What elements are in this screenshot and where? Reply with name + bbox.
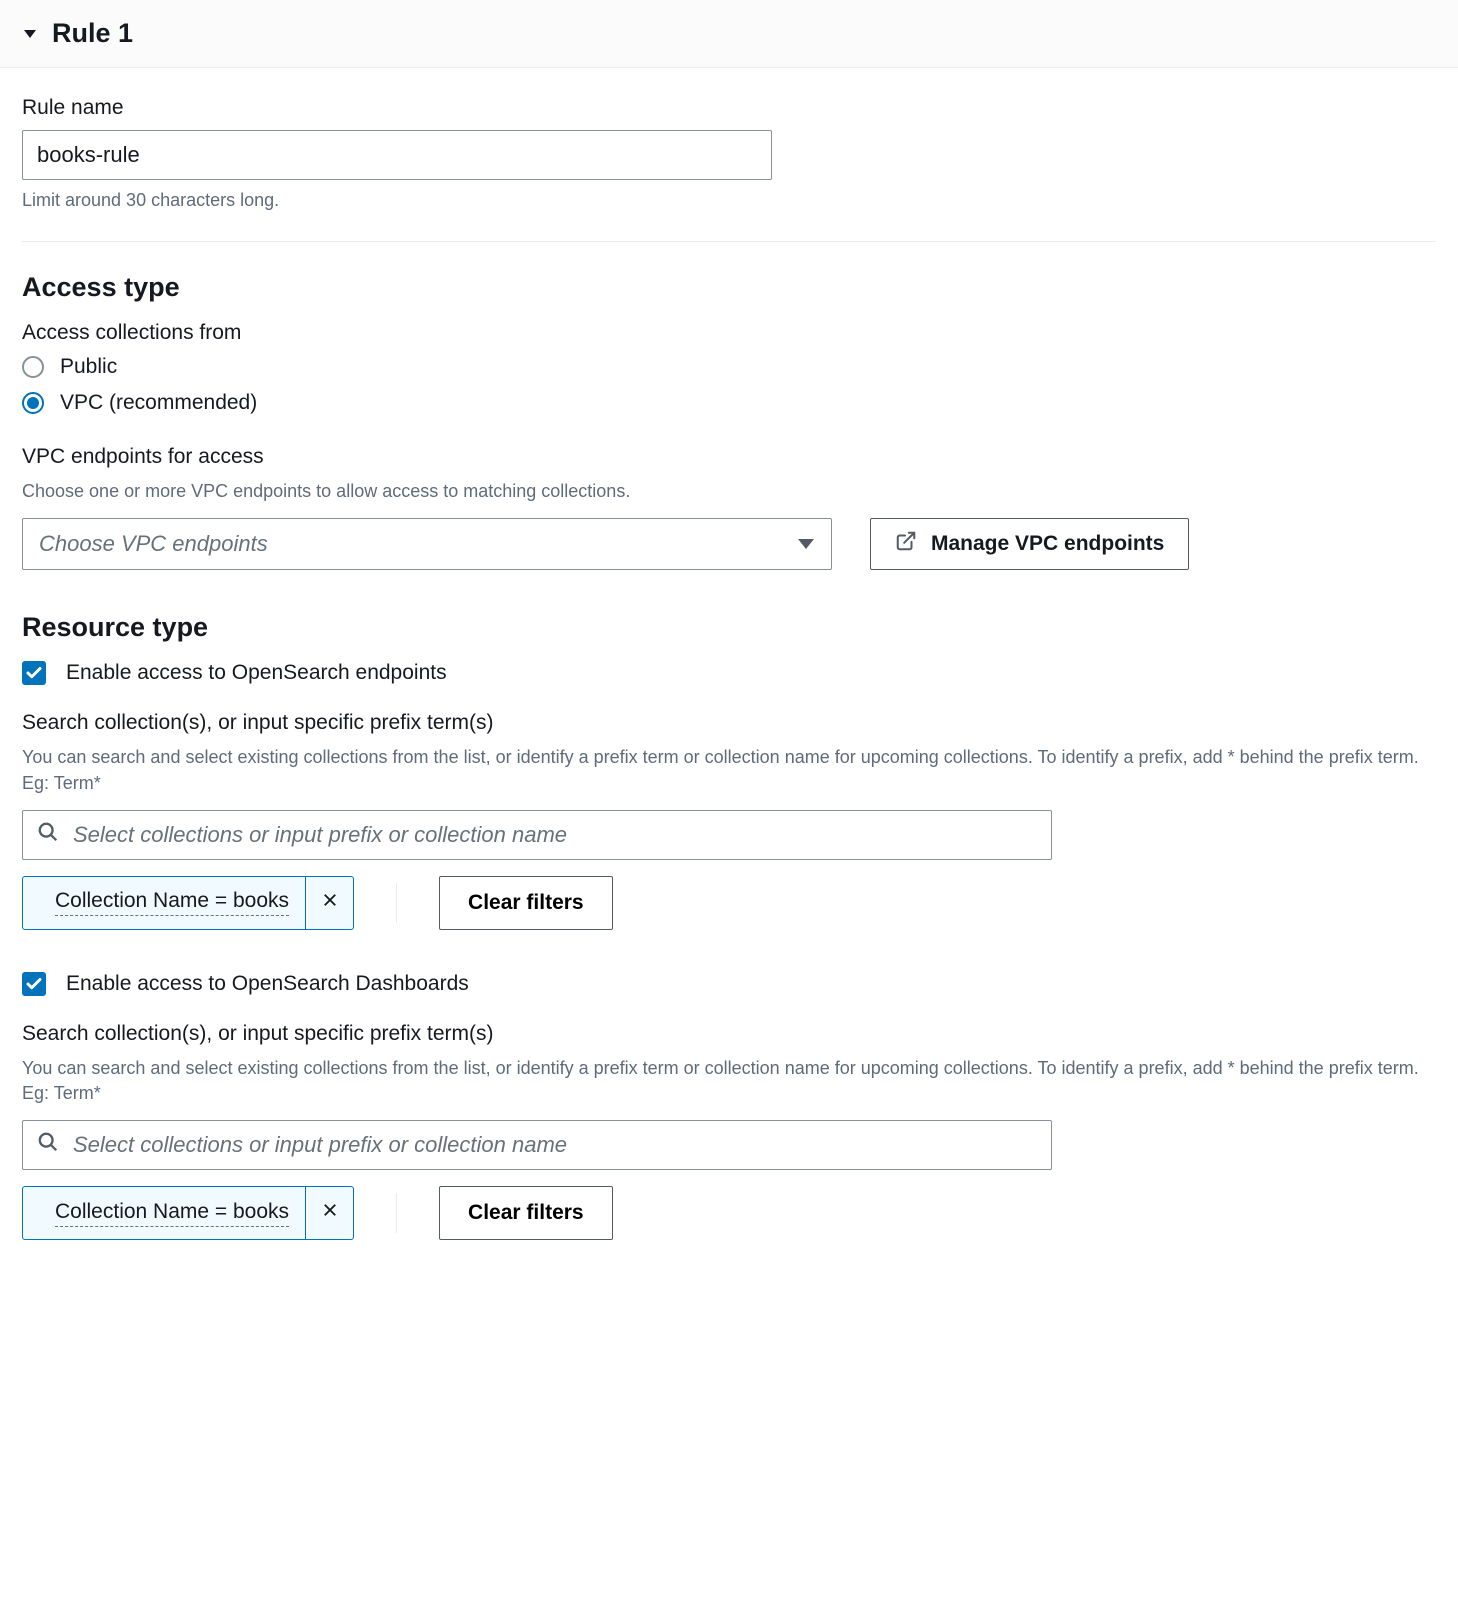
- filter-token-2: Collection Name = books: [22, 1186, 354, 1240]
- search-collections-input-2[interactable]: Select collections or input prefix or co…: [22, 1120, 1052, 1170]
- vpc-endpoints-description: Choose one or more VPC endpoints to allo…: [22, 479, 1436, 504]
- filter-token-dismiss-2[interactable]: [305, 1187, 353, 1239]
- manage-vpc-label: Manage VPC endpoints: [931, 532, 1164, 556]
- manage-vpc-endpoints-button[interactable]: Manage VPC endpoints: [870, 518, 1189, 570]
- search-placeholder-2: Select collections or input prefix or co…: [73, 1132, 567, 1158]
- external-link-icon: [895, 530, 917, 558]
- radio-vpc-label: VPC (recommended): [60, 391, 257, 415]
- close-icon: [321, 891, 339, 915]
- search-collections-label-1: Search collection(s), or input specific …: [22, 711, 1436, 735]
- filter-token-dismiss-1[interactable]: [305, 877, 353, 929]
- checkbox-checked-icon: [22, 661, 46, 685]
- close-icon: [321, 1201, 339, 1225]
- access-type-title: Access type: [22, 272, 1436, 303]
- chevron-down-icon: [797, 537, 815, 551]
- filter-token-text-2: Collection Name = books: [55, 1200, 289, 1227]
- enable-dashboards-label: Enable access to OpenSearch Dashboards: [66, 972, 469, 996]
- divider: [22, 241, 1436, 242]
- rule-title: Rule 1: [52, 18, 133, 49]
- vertical-divider: [396, 1193, 397, 1233]
- resource-type-title: Resource type: [22, 612, 1436, 643]
- enable-endpoints-label: Enable access to OpenSearch endpoints: [66, 661, 447, 685]
- access-from-label: Access collections from: [22, 321, 1436, 345]
- search-icon: [37, 821, 59, 849]
- radio-public-label: Public: [60, 355, 117, 379]
- search-collections-label-2: Search collection(s), or input specific …: [22, 1022, 1436, 1046]
- caret-down-icon: [22, 26, 38, 42]
- radio-vpc[interactable]: VPC (recommended): [22, 391, 1436, 415]
- vpc-endpoints-label: VPC endpoints for access: [22, 445, 1436, 469]
- search-collections-description-2: You can search and select existing colle…: [22, 1056, 1436, 1106]
- vertical-divider: [396, 883, 397, 923]
- vpc-endpoints-select[interactable]: Choose VPC endpoints: [22, 518, 832, 570]
- rule-name-helper: Limit around 30 characters long.: [22, 188, 1436, 213]
- radio-public[interactable]: Public: [22, 355, 1436, 379]
- filter-token-text-1: Collection Name = books: [55, 889, 289, 916]
- enable-endpoints-checkbox[interactable]: Enable access to OpenSearch endpoints: [22, 661, 1436, 685]
- search-placeholder-1: Select collections or input prefix or co…: [73, 822, 567, 848]
- clear-filters-button-2[interactable]: Clear filters: [439, 1186, 613, 1240]
- radio-icon-selected: [22, 392, 44, 414]
- vpc-endpoints-placeholder: Choose VPC endpoints: [39, 531, 797, 557]
- rule-name-input[interactable]: [22, 130, 772, 180]
- rule-name-section: Rule name Limit around 30 characters lon…: [22, 96, 1436, 213]
- search-collections-input-1[interactable]: Select collections or input prefix or co…: [22, 810, 1052, 860]
- rule-header[interactable]: Rule 1: [0, 0, 1458, 68]
- clear-filters-button-1[interactable]: Clear filters: [439, 876, 613, 930]
- checkbox-checked-icon: [22, 972, 46, 996]
- enable-dashboards-checkbox[interactable]: Enable access to OpenSearch Dashboards: [22, 972, 1436, 996]
- filter-token-1: Collection Name = books: [22, 876, 354, 930]
- search-collections-description-1: You can search and select existing colle…: [22, 745, 1436, 795]
- search-icon: [37, 1131, 59, 1159]
- radio-icon: [22, 356, 44, 378]
- rule-name-label: Rule name: [22, 96, 1436, 120]
